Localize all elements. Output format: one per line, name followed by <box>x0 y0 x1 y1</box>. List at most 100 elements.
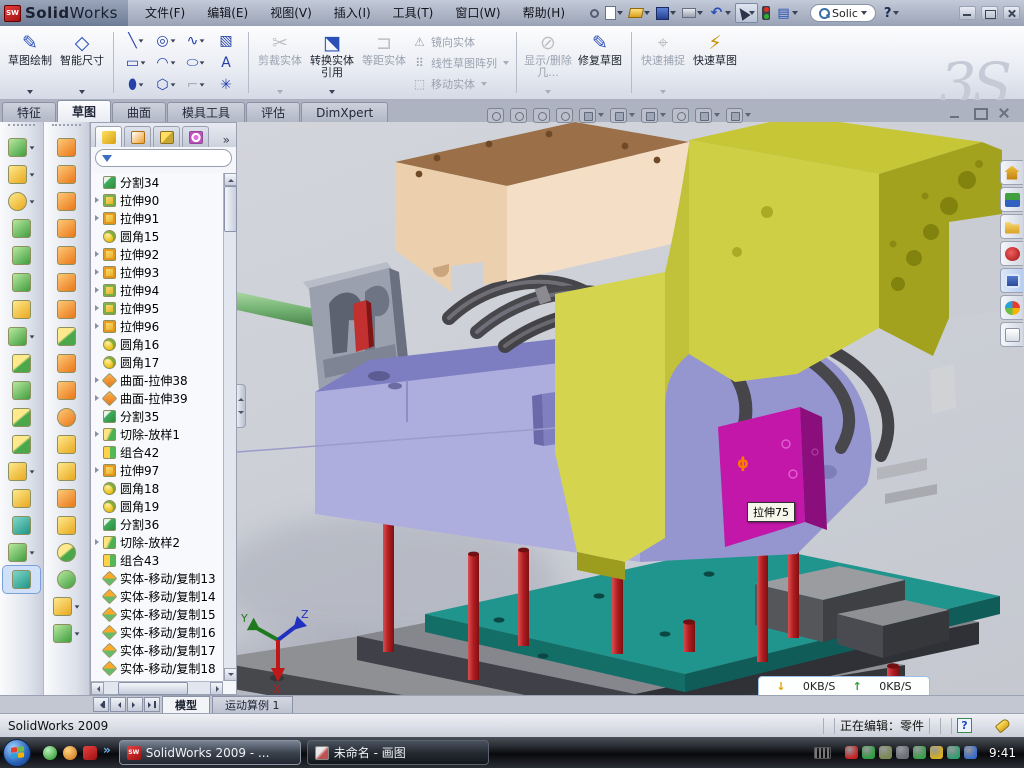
pane-splitter-handle[interactable] <box>237 384 246 428</box>
tree-item[interactable]: 拉伸94 <box>91 281 223 299</box>
graphics-viewport[interactable]: Y Z X ϕ 拉伸75 ↓ 0KB/S ↑ 0KB/S <box>237 122 1024 695</box>
tree-item[interactable]: 组合42 <box>91 443 223 461</box>
extruded-cut-button[interactable] <box>0 161 43 188</box>
offset-surface-button[interactable] <box>44 323 89 350</box>
tree-item[interactable]: 圆角17 <box>91 353 223 371</box>
split-button[interactable] <box>0 404 43 431</box>
quicklaunch-app-icon[interactable] <box>63 746 77 760</box>
warning-icon[interactable] <box>930 746 943 759</box>
antivirus-icon[interactable] <box>845 746 858 759</box>
zoom-fit-button[interactable] <box>487 108 504 123</box>
new-document-button[interactable] <box>603 3 625 23</box>
tree-horizontal-scrollbar[interactable] <box>91 681 223 694</box>
revolved-surface-button[interactable] <box>44 161 89 188</box>
freeform-button[interactable] <box>44 593 89 620</box>
close-button[interactable] <box>1003 6 1020 20</box>
trim-surface-button[interactable] <box>44 431 89 458</box>
lofted-surface-button[interactable] <box>44 215 89 242</box>
view-orientation-button[interactable] <box>579 108 604 123</box>
last-tab-button[interactable] <box>144 697 160 712</box>
extend-surface-button[interactable] <box>44 485 89 512</box>
offset-entities-button[interactable]: ⊐ 等距实体 <box>358 28 410 97</box>
menu-插入(I)[interactable]: 插入(I) <box>323 0 382 26</box>
tree-item[interactable]: 组合43 <box>91 551 223 569</box>
extruded-boss-button[interactable] <box>0 134 43 161</box>
tree-item[interactable]: 拉伸91 <box>91 209 223 227</box>
镜向实体-button[interactable]: ⚠镜向实体 <box>412 33 509 51</box>
hole-wizard-button[interactable] <box>0 296 43 323</box>
file-explorer-tab[interactable] <box>1000 214 1023 239</box>
spline-tool-button[interactable] <box>0 539 43 566</box>
tab-特征[interactable]: 特征 <box>2 102 56 122</box>
curve-through-points-button[interactable] <box>44 620 89 647</box>
intersect-button[interactable] <box>0 377 43 404</box>
filled-surface-button[interactable] <box>44 269 89 296</box>
tree-item[interactable]: 圆角16 <box>91 335 223 353</box>
print-button[interactable] <box>680 3 705 23</box>
trim-entities-button[interactable]: ✂ 剪裁实体 <box>254 28 306 97</box>
shield-green-icon[interactable] <box>862 746 875 759</box>
measure-button[interactable] <box>3 566 40 593</box>
expand-arrow-icon[interactable] <box>91 269 103 275</box>
options-button[interactable]: ▤ <box>774 3 800 23</box>
zoom-area-button[interactable] <box>510 108 527 123</box>
rebuild-button[interactable] <box>760 3 772 23</box>
ellipse-icon[interactable]: ⬭ <box>181 52 211 74</box>
start-button[interactable] <box>3 739 31 767</box>
swept-surface-button[interactable] <box>44 188 89 215</box>
expand-arrow-icon[interactable] <box>91 215 103 221</box>
point-icon[interactable]: ✳ <box>211 74 241 96</box>
menu-帮助(H)[interactable]: 帮助(H) <box>512 0 576 26</box>
sketch-button[interactable]: ✎ 草图绘制 <box>4 28 56 97</box>
scroll-up-button[interactable] <box>224 173 237 186</box>
tree-item[interactable]: 曲面-拉伸39 <box>91 389 223 407</box>
fillet-surface-button[interactable] <box>44 566 89 593</box>
selection-box-icon[interactable]: ▧ <box>211 30 241 52</box>
tree-item[interactable]: 拉伸96 <box>91 317 223 335</box>
doc-close-button[interactable] <box>996 106 1012 120</box>
view-settings-button[interactable] <box>726 108 751 123</box>
blocked-app-icon[interactable] <box>964 746 977 759</box>
quicklaunch-solidworks-icon[interactable] <box>83 746 97 760</box>
doc-minimize-button[interactable] <box>948 106 964 120</box>
lofted-boss-button[interactable] <box>0 269 43 296</box>
previous-view-button[interactable] <box>533 108 550 123</box>
slot-icon[interactable]: ⬮ <box>121 74 151 96</box>
expand-arrow-icon[interactable] <box>91 197 103 203</box>
line-icon[interactable]: ╲ <box>121 30 151 52</box>
swept-boss-button[interactable] <box>0 215 43 242</box>
polygon-icon[interactable]: ⬡ <box>151 74 181 96</box>
tab-草图[interactable]: 草图 <box>57 100 111 122</box>
tree-vertical-scrollbar[interactable] <box>223 173 236 681</box>
messenger-icon[interactable] <box>913 746 926 759</box>
curve-button[interactable] <box>0 512 43 539</box>
planar-surface-button[interactable] <box>44 296 89 323</box>
convert-entities-button[interactable]: ⬔ 转换实体引用 <box>306 28 358 97</box>
hide-show-items-button[interactable] <box>641 108 666 123</box>
rectangle-icon[interactable]: ▭ <box>121 52 151 74</box>
select-button[interactable] <box>735 3 758 23</box>
tag-icon[interactable] <box>995 718 1012 734</box>
open-button[interactable] <box>627 3 652 23</box>
save-button[interactable] <box>654 3 678 23</box>
status-help-icon[interactable]: ? <box>957 718 972 733</box>
tree-item[interactable]: 圆角19 <box>91 497 223 515</box>
expand-arrow-icon[interactable] <box>91 467 103 473</box>
tree-item[interactable]: 拉伸92 <box>91 245 223 263</box>
task-button-solidworks[interactable]: SWSolidWorks 2009 - ... <box>119 740 301 765</box>
circle-icon[interactable]: ◎ <box>151 30 181 52</box>
extruded-surface-button[interactable] <box>44 134 89 161</box>
tab-曲面[interactable]: 曲面 <box>112 102 166 122</box>
tree-item[interactable]: 曲面-拉伸38 <box>91 371 223 389</box>
text-icon[interactable]: A <box>211 52 241 74</box>
first-tab-button[interactable] <box>93 697 109 712</box>
tab-DimXpert[interactable]: DimXpert <box>301 102 388 122</box>
线性草图阵列-button[interactable]: ⠿线性草图阵列 <box>412 54 509 72</box>
search-box[interactable]: Solic <box>810 4 876 22</box>
section-view-button[interactable] <box>556 108 573 123</box>
volume-icon[interactable] <box>896 746 909 759</box>
tree-item[interactable]: 拉伸95 <box>91 299 223 317</box>
featuremanager-tab[interactable] <box>95 126 122 147</box>
help-dropdown[interactable] <box>893 11 899 15</box>
configurationmanager-tab[interactable] <box>153 126 180 147</box>
